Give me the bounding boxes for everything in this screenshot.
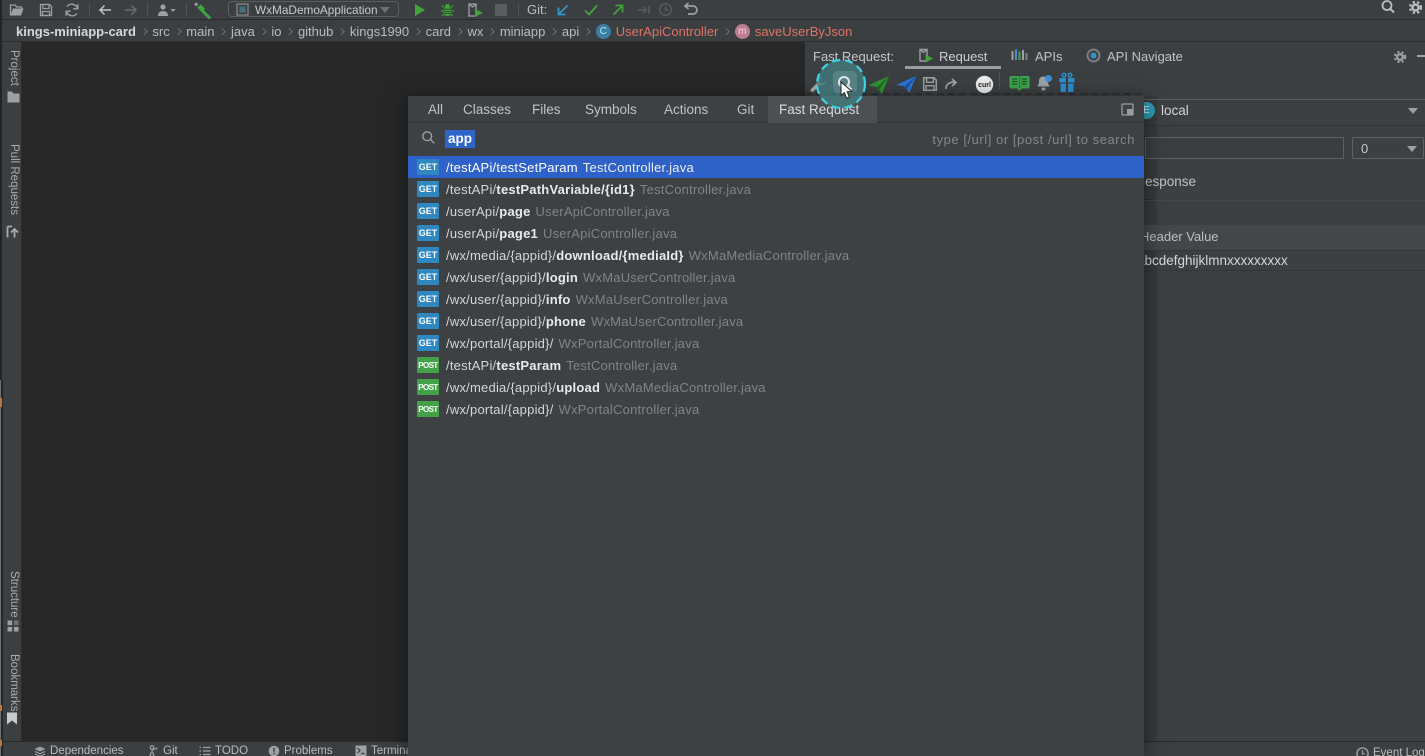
svg-text:curl: curl [978, 82, 991, 89]
